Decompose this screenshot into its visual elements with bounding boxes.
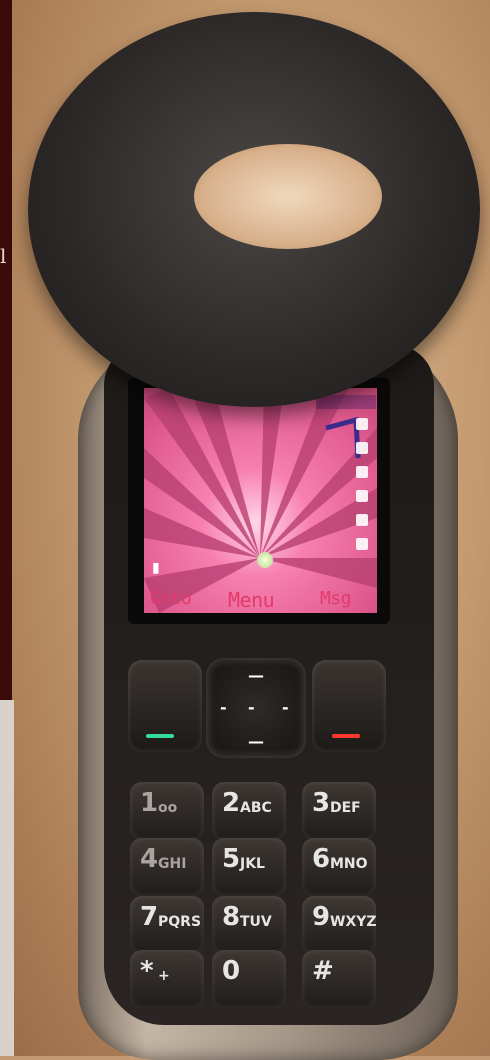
key-1-letters: oo xyxy=(158,800,178,816)
key-hash[interactable]: # xyxy=(302,950,376,1008)
key-2-number: 2 xyxy=(222,788,241,818)
indicator-icon xyxy=(356,490,368,502)
nav-up-icon: — xyxy=(248,666,264,685)
key-7-number: 7 xyxy=(140,902,159,932)
key-1-number: 1 xyxy=(140,788,159,818)
key-0[interactable]: 0 xyxy=(212,950,286,1008)
key-6-number: 6 xyxy=(312,844,331,874)
key-6-letters: MNO xyxy=(330,856,368,872)
key-3[interactable]: 3 DEF xyxy=(302,782,376,840)
screen-indicator-column xyxy=(356,418,374,562)
key-3-letters: DEF xyxy=(330,800,361,816)
eyepiece-opening xyxy=(194,144,382,249)
call-key[interactable] xyxy=(128,660,202,752)
key-1[interactable]: 1 oo xyxy=(130,782,204,840)
key-0-number: 0 xyxy=(222,956,241,986)
end-key[interactable] xyxy=(312,660,386,752)
nav-left-icon: - xyxy=(220,698,227,717)
softkey-left-label[interactable]: Goto xyxy=(150,588,192,609)
key-2[interactable]: 2 ABC xyxy=(212,782,286,840)
screen-ball xyxy=(257,552,273,568)
key-9-letters: WXYZ xyxy=(330,914,377,930)
key-5-letters: JKL xyxy=(240,856,265,872)
key-8-letters: TUV xyxy=(240,914,272,930)
key-hash-symbol: # xyxy=(312,956,334,986)
key-4-number: 4 xyxy=(140,844,159,874)
key-4-letters: GHI xyxy=(158,856,187,872)
indicator-icon xyxy=(356,442,368,454)
softkey-right-label[interactable]: Msg xyxy=(320,588,352,609)
key-3-number: 3 xyxy=(312,788,331,818)
indicator-icon xyxy=(356,418,368,430)
key-6[interactable]: 6 MNO xyxy=(302,838,376,896)
key-7[interactable]: 7 PQRS xyxy=(130,896,204,954)
key-8-number: 8 xyxy=(222,902,241,932)
key-star-symbol: * xyxy=(140,956,154,986)
key-star[interactable]: * + xyxy=(130,950,204,1008)
screen-status-bar xyxy=(316,395,376,409)
key-2-letters: ABC xyxy=(240,800,272,816)
indicator-icon xyxy=(356,538,368,550)
phone-screen xyxy=(144,388,377,613)
key-9-number: 9 xyxy=(312,902,331,932)
screen-rays-graphic xyxy=(144,388,377,613)
left-edge-char: l xyxy=(0,244,7,268)
key-5-number: 5 xyxy=(222,844,241,874)
indicator-icon xyxy=(356,514,368,526)
key-5[interactable]: 5 JKL xyxy=(212,838,286,896)
nav-right-icon: - xyxy=(282,698,289,717)
softkey-center-label[interactable]: Menu xyxy=(228,588,275,612)
navigation-key[interactable]: — - — - - xyxy=(206,658,306,758)
key-star-sub: + xyxy=(158,968,170,984)
key-8[interactable]: 8 TUV xyxy=(212,896,286,954)
photo-scene: l ▮ Goto Menu Msg — - — - - 1 oo 2 ABC 3… xyxy=(0,0,490,1060)
left-edge-dark xyxy=(0,0,12,700)
key-7-letters: PQRS xyxy=(158,914,202,930)
nav-select-icon: - xyxy=(248,698,255,717)
indicator-icon xyxy=(356,466,368,478)
end-key-icon xyxy=(332,734,360,738)
nav-down-icon: — xyxy=(248,732,264,751)
key-4[interactable]: 4 GHI xyxy=(130,838,204,896)
key-9[interactable]: 9 WXYZ xyxy=(302,896,377,954)
left-edge-frame xyxy=(0,700,14,1056)
call-key-icon xyxy=(146,734,174,738)
screen-small-icon: ▮ xyxy=(152,560,160,576)
foam-eyepiece xyxy=(28,12,480,407)
